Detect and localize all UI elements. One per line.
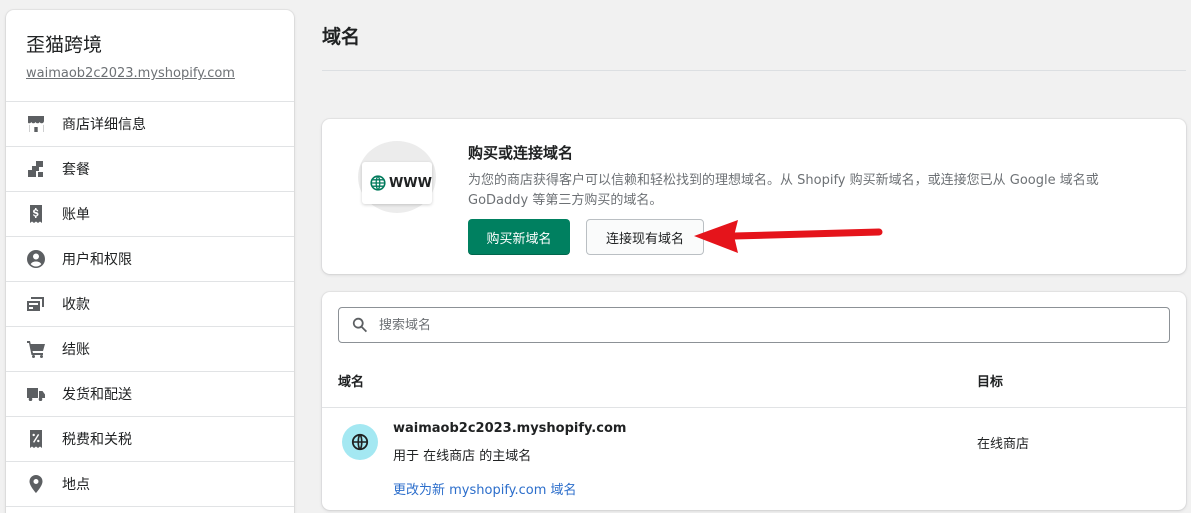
domain-list-card: 域名 目标 waimaob2c2023.myshopify.com 用于 在线商…: [322, 292, 1186, 510]
sidebar-item-label: 账单: [62, 207, 90, 223]
location-icon: [26, 474, 46, 494]
sidebar-item-label: 用户和权限: [62, 252, 132, 268]
search-field[interactable]: [338, 307, 1170, 343]
sidebar-item-label: 收款: [62, 297, 90, 313]
settings-sidebar: 歪猫跨境 waimaob2c2023.myshopify.com 商店详细信息 …: [6, 10, 294, 513]
buy-new-domain-button[interactable]: 购买新域名: [468, 219, 570, 255]
store-url-link[interactable]: waimaob2c2023.myshopify.com: [26, 66, 274, 82]
sidebar-item-billing[interactable]: 账单: [6, 192, 294, 237]
user-icon: [26, 249, 46, 269]
buy-card-title: 购买或连接域名: [468, 144, 574, 162]
domain-avatar: [342, 424, 378, 460]
globe-icon: [351, 433, 369, 451]
connect-existing-domain-button[interactable]: 连接现有域名: [586, 219, 704, 255]
table-divider: [322, 407, 1186, 408]
sidebar-item-plan[interactable]: 套餐: [6, 147, 294, 192]
sidebar-item-label: 结账: [62, 342, 90, 358]
plan-icon: [26, 159, 46, 179]
sidebar-item-payments[interactable]: 收款: [6, 282, 294, 327]
store-name: 歪猫跨境: [26, 34, 103, 56]
sidebar-item-store-details[interactable]: 商店详细信息: [6, 102, 294, 147]
domain-target: 在线商店: [977, 437, 1030, 452]
sidebar-item-checkout[interactable]: 结账: [6, 327, 294, 372]
domain-usage: 用于 在线商店 的主域名: [393, 449, 532, 464]
column-header-target[interactable]: 目标: [977, 371, 1003, 390]
sidebar-item-shipping[interactable]: 发货和配送: [6, 372, 294, 417]
cart-icon: [26, 339, 46, 359]
change-myshopify-domain-link[interactable]: 更改为新 myshopify.com 域名: [393, 479, 577, 498]
sidebar-item-label: 套餐: [62, 162, 90, 178]
globe-icon: [370, 175, 386, 191]
domain-name[interactable]: waimaob2c2023.myshopify.com: [393, 421, 626, 436]
payments-icon: [26, 294, 46, 314]
sidebar-item-users[interactable]: 用户和权限: [6, 237, 294, 282]
page-title: 域名: [322, 26, 361, 48]
annotation-arrow-icon: [694, 220, 883, 253]
search-input[interactable]: [379, 317, 1159, 333]
sidebar-item-label: 商店详细信息: [62, 117, 146, 133]
www-label: WWW: [388, 175, 432, 191]
sidebar-item-label: 税费和关税: [62, 432, 132, 448]
billing-icon: [26, 204, 46, 224]
truck-icon: [26, 384, 46, 404]
buy-card-description: 为您的商店获得客户可以信赖和轻松找到的理想域名。从 Shopify 购买新域名，…: [468, 173, 1099, 208]
sidebar-item-label: 发货和配送: [62, 387, 132, 403]
sidebar-item-taxes[interactable]: 税费和关税: [6, 417, 294, 462]
tax-icon: [26, 429, 46, 449]
column-header-domain[interactable]: 域名: [338, 371, 364, 390]
store-header: 歪猫跨境 waimaob2c2023.myshopify.com: [6, 10, 294, 102]
title-divider: [322, 70, 1186, 71]
search-icon: [352, 317, 368, 333]
sidebar-item-label: 地点: [62, 477, 90, 493]
sidebar-item-locations[interactable]: 地点: [6, 462, 294, 507]
www-illustration: WWW: [362, 162, 432, 204]
store-icon: [26, 114, 46, 134]
settings-page: 歪猫跨境 waimaob2c2023.myshopify.com 商店详细信息 …: [0, 0, 1191, 513]
